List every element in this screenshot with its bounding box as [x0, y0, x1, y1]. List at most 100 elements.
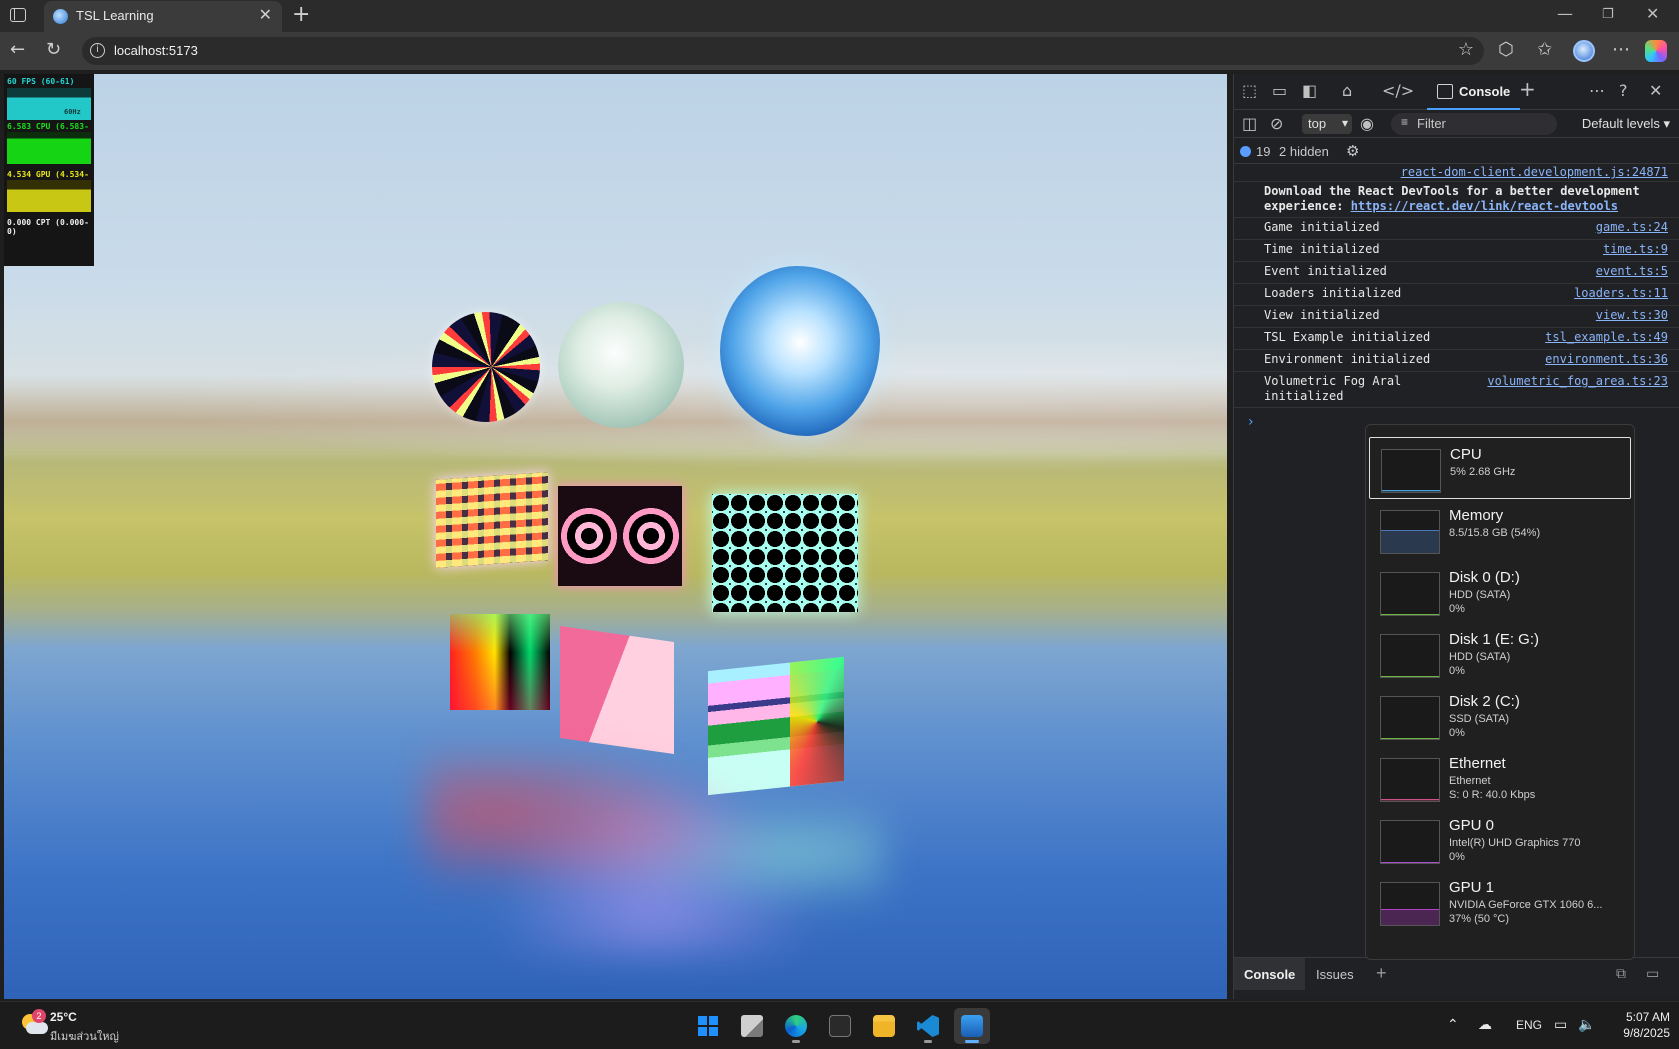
weather-temperature[interactable]: 25°C [50, 1010, 77, 1024]
log-source-link[interactable]: game.ts:24 [1596, 220, 1668, 235]
terminal-button[interactable] [822, 1008, 858, 1044]
log-levels-dropdown[interactable]: Default levels ▾ [1582, 116, 1670, 132]
tab-title: TSL Learning [76, 8, 154, 23]
perf-detail-2: 0% [1449, 851, 1465, 863]
inspect-icon[interactable]: ⬚ [1242, 82, 1257, 100]
fps-label: 60 FPS (60-61) [7, 77, 75, 86]
file-explorer-button[interactable] [866, 1008, 902, 1044]
weather-cloud-shape [26, 1022, 48, 1034]
perf-name: Disk 2 (C:) [1449, 693, 1520, 710]
tray-overflow-chevron-icon[interactable]: ⌃ [1447, 1016, 1459, 1033]
stats-panel[interactable]: 60 FPS (60-61) 60Hz 6.583 CPU (6.583-8.8… [4, 74, 94, 266]
live-expression-eye-icon[interactable]: ◉ [1360, 115, 1374, 133]
perf-detail-2: 0% [1449, 603, 1465, 615]
perf-name: Disk 0 (D:) [1449, 569, 1520, 586]
restore-icon[interactable]: ❐ [1602, 7, 1614, 22]
more-menu-icon[interactable]: ⋯ [1612, 40, 1630, 60]
start-button[interactable] [690, 1008, 726, 1044]
dock-icon[interactable]: ◧ [1302, 82, 1317, 100]
close-window-icon[interactable]: ✕ [1646, 4, 1659, 23]
perf-item-cpu[interactable]: CPU 5% 2.68 GHz [1369, 437, 1631, 499]
drawer-collapse-icon[interactable]: ▭ [1646, 965, 1659, 982]
copilot-icon[interactable] [1645, 40, 1667, 62]
log-source-link[interactable]: loaders.ts:11 [1574, 286, 1668, 301]
new-tab-icon[interactable]: + [292, 3, 310, 27]
refresh-icon[interactable]: ↻ [46, 40, 61, 60]
perf-detail-2: 37% (50 °C) [1449, 913, 1510, 925]
context-select[interactable]: top [1302, 114, 1352, 134]
favorite-star-icon[interactable]: ☆ [1458, 39, 1474, 60]
onedrive-cloud-icon[interactable]: ☁ [1478, 1016, 1492, 1033]
perf-item-disk-2[interactable]: Disk 2 (C:) SSD (SATA) 0% [1369, 685, 1631, 747]
edge-button[interactable] [778, 1008, 814, 1044]
console-settings-gear-icon[interactable]: ⚙ [1346, 142, 1359, 160]
clear-console-icon[interactable]: ⊘ [1270, 115, 1283, 133]
grid-cube [436, 472, 548, 568]
perf-detail: NVIDIA GeForce GTX 1060 6... [1449, 899, 1603, 911]
taskview-button[interactable] [734, 1008, 770, 1044]
minimize-icon[interactable]: — [1557, 4, 1573, 23]
drawer-tab-issues[interactable]: Issues [1306, 958, 1364, 990]
drawer-add-tab-icon[interactable]: + [1376, 963, 1387, 984]
devtools-tabbar: ⬚ ▭ ◧ ⌂ </> Console + ⋯ ? ✕ [1234, 74, 1679, 110]
profile-avatar[interactable] [1573, 40, 1595, 62]
network-icon[interactable]: ▭ [1554, 1016, 1567, 1033]
context-value: top [1308, 116, 1327, 131]
tab-console[interactable]: Console [1427, 74, 1521, 110]
tab-tsl-learning[interactable]: TSL Learning ✕ [44, 1, 282, 32]
sidebar-toggle-icon[interactable]: ◫ [1242, 115, 1257, 133]
clock[interactable]: 5:07 AM 9/8/2025 [1608, 1009, 1670, 1041]
log-source-link[interactable]: time.ts:9 [1603, 242, 1668, 257]
perf-item-gpu-0[interactable]: GPU 0 Intel(R) UHD Graphics 770 0% [1369, 809, 1631, 871]
perf-name: Memory [1449, 507, 1504, 524]
log-source-link[interactable]: environment.ts:36 [1545, 352, 1668, 367]
log-source-link[interactable]: react-dom-client.development.js:24871 [1401, 165, 1668, 180]
log-source-link[interactable]: view.ts:30 [1596, 308, 1668, 323]
folder-icon [873, 1015, 895, 1037]
close-tab-icon[interactable]: ✕ [259, 6, 272, 24]
perf-graph-fill [1381, 909, 1439, 925]
close-devtools-icon[interactable]: ✕ [1649, 82, 1662, 100]
more-tools-icon[interactable]: ⋯ [1589, 82, 1605, 100]
vscode-button[interactable] [910, 1008, 946, 1044]
drawer-tab-console[interactable]: Console [1234, 958, 1306, 990]
perf-name: GPU 0 [1449, 817, 1495, 834]
perf-detail-2: S: 0 R: 40.0 Kbps [1449, 789, 1536, 801]
perf-item-disk-0[interactable]: Disk 0 (D:) HDD (SATA) 0% [1369, 561, 1631, 623]
perf-graph-fill [1381, 675, 1439, 677]
drawer-quick-view-icon[interactable]: ⧉ [1616, 965, 1626, 982]
log-row: game.ts:24 Game initialized [1234, 218, 1679, 240]
add-tool-icon[interactable]: + [1519, 79, 1536, 99]
site-info-icon[interactable]: i [90, 43, 105, 58]
welcome-home-icon[interactable]: ⌂ [1342, 82, 1352, 100]
task-manager-button[interactable] [954, 1008, 990, 1044]
elements-icon[interactable]: </> [1382, 82, 1414, 100]
perf-item-gpu-1[interactable]: GPU 1 NVIDIA GeForce GTX 1060 6... 37% (… [1369, 871, 1631, 933]
extensions-icon[interactable]: ⬡ [1498, 40, 1514, 60]
favorites-icon[interactable]: ✩ [1537, 40, 1552, 60]
log-message: TSL Example initialized [1264, 330, 1431, 344]
weather-condition[interactable]: มีเมฆส่วนใหญ่ [50, 1027, 119, 1045]
back-icon[interactable]: ← [10, 40, 25, 60]
perf-item-memory[interactable]: Memory 8.5/15.8 GB (54%) [1369, 499, 1631, 561]
webgl-canvas[interactable] [4, 74, 1227, 999]
console-summary-bar: 19 2 hidden ⚙ [1234, 138, 1679, 164]
edge-icon [785, 1015, 807, 1037]
perf-item-ethernet[interactable]: Ethernet Ethernet S: 0 R: 40.0 Kbps [1369, 747, 1631, 809]
log-source-link[interactable]: volumetric_fog_area.ts:23 [1487, 374, 1668, 389]
perf-item-disk-1[interactable]: Disk 1 (E: G:) HDD (SATA) 0% [1369, 623, 1631, 685]
volume-icon[interactable]: 🔈 [1578, 1016, 1595, 1033]
input-language[interactable]: ENG [1516, 1018, 1542, 1032]
log-row: loaders.ts:11 Loaders initialized [1234, 284, 1679, 306]
message-count[interactable]: 19 [1240, 144, 1270, 159]
log-row: Download the React DevTools for a better… [1234, 182, 1679, 218]
device-emulation-icon[interactable]: ▭ [1272, 82, 1287, 100]
console-prompt-chevron-icon[interactable]: › [1248, 414, 1254, 430]
address-bar[interactable]: i localhost:5173 ☆ [82, 37, 1484, 65]
log-source-link[interactable]: event.ts:5 [1596, 264, 1668, 279]
help-icon[interactable]: ? [1619, 82, 1628, 100]
react-devtools-link[interactable]: https://react.dev/link/react-devtools [1351, 199, 1618, 213]
tab-actions-icon[interactable] [10, 8, 26, 22]
filter-input[interactable]: Filter [1391, 113, 1557, 135]
log-source-link[interactable]: tsl_example.ts:49 [1545, 330, 1668, 345]
